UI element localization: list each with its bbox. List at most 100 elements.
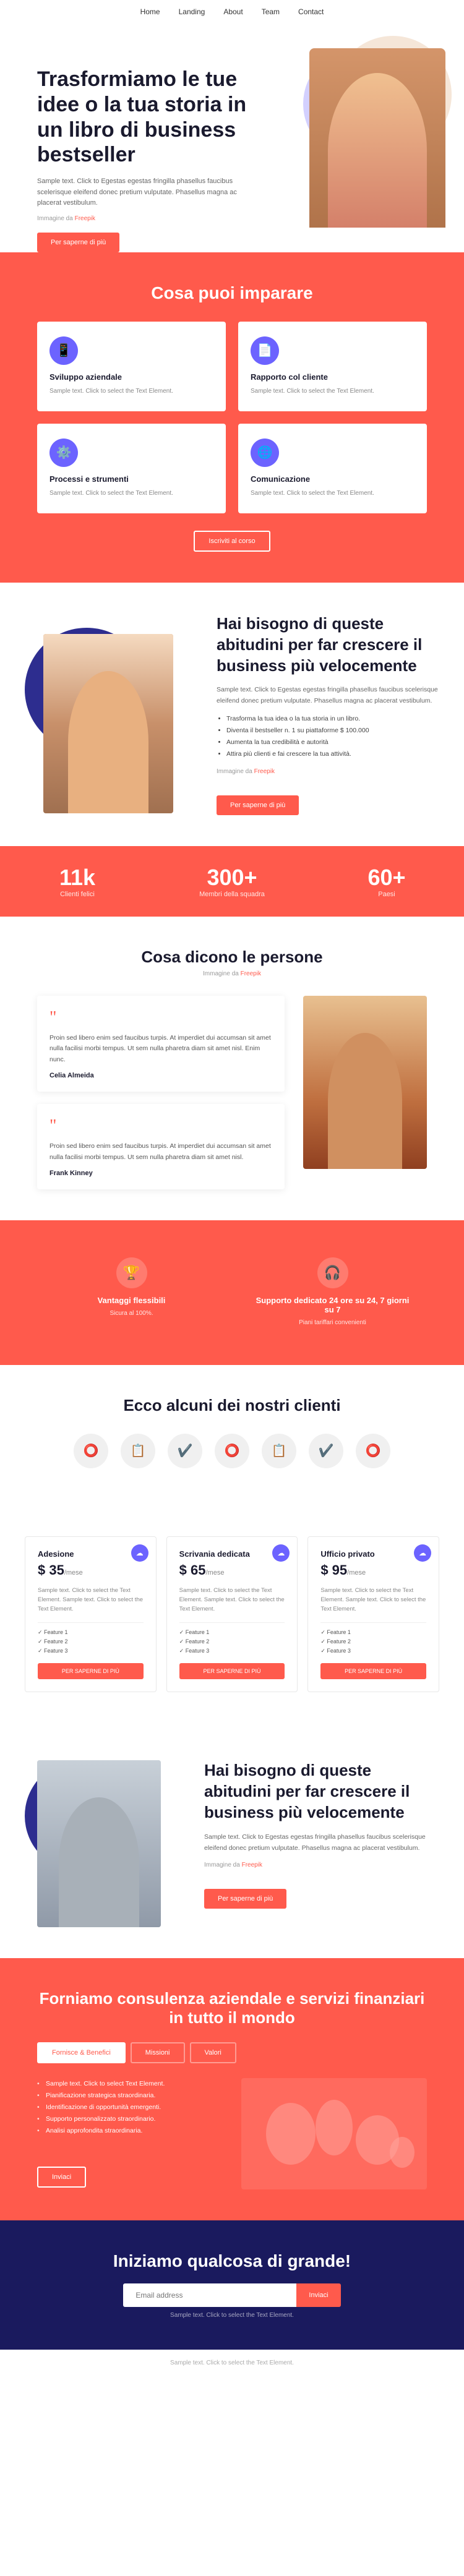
plan-name: Adesione xyxy=(38,1549,144,1559)
stat-value: 60+ xyxy=(309,865,464,891)
testimonial-person-image xyxy=(303,996,427,1169)
plan-price: $ 35/mese xyxy=(38,1562,144,1578)
plan-feature: ✓ Feature 2 xyxy=(38,1638,144,1645)
plan-period: /mese xyxy=(205,1569,224,1577)
card-item: 📄 Rapporto col cliente Sample text. Clic… xyxy=(238,322,427,411)
about-list-item: Aumenta la tua credibilità e autorità xyxy=(226,737,439,748)
plan-btn[interactable]: PER SAPERNE DI PIÙ xyxy=(320,1663,426,1679)
plan-feature: ✓ Feature 2 xyxy=(320,1638,426,1645)
nav-contact[interactable]: Contact xyxy=(298,7,324,16)
about-list-item: Diventa il bestseller n. 1 su piattaform… xyxy=(226,725,439,737)
iscriviti-button[interactable]: Iscriviti al corso xyxy=(194,531,270,552)
card-text: Sample text. Click to select the Text El… xyxy=(49,387,213,396)
about2-image xyxy=(25,1742,186,1927)
plan-feature: ✓ Feature 3 xyxy=(179,1648,285,1654)
world-list-item: Sample text. Click to select Text Elemen… xyxy=(37,2078,217,2090)
plan-feature: ✓ Feature 1 xyxy=(179,1629,285,1636)
card-item: 📱 Sviluppo aziendale Sample text. Click … xyxy=(37,322,226,411)
pricing-grid: ☁ Adesione $ 35/mese Sample text. Click … xyxy=(25,1536,439,1693)
nav-team[interactable]: Team xyxy=(262,7,280,16)
hero-title: Trasformiamo le tue idee o la tua storia… xyxy=(37,67,247,168)
nav-home[interactable]: Home xyxy=(140,7,160,16)
pricing-icon: ☁ xyxy=(131,1544,148,1562)
testimonials-title: Cosa dicono le persone xyxy=(37,948,427,967)
world-title: Forniamo consulenza aziendale e servizi … xyxy=(37,1989,427,2027)
card-item: ⚙️ Processi e strumenti Sample text. Cli… xyxy=(37,424,226,513)
card-title: Processi e strumenti xyxy=(49,474,213,484)
client-logo: ⭕ xyxy=(356,1434,390,1468)
testimonials-layout: " Proin sed libero enim sed faucibus tur… xyxy=(37,996,427,1189)
plan-feature: ✓ Feature 1 xyxy=(320,1629,426,1636)
pricing-card: ☁ Adesione $ 35/mese Sample text. Click … xyxy=(25,1536,157,1693)
card-icon: 📱 xyxy=(49,336,78,365)
world-list-item: Identificazione di opportunità emergenti… xyxy=(37,2102,217,2113)
world-list-item: Pianificazione strategica straordinaria. xyxy=(37,2090,217,2102)
testimonial-text: Proin sed libero enim sed faucibus turpi… xyxy=(49,1033,272,1066)
hero-description: Sample text. Click to Egestas egestas fr… xyxy=(37,176,247,209)
about2-cta-button[interactable]: Per saperne di più xyxy=(204,1889,286,1909)
feature-title: Vantaggi flessibili xyxy=(98,1296,166,1305)
cta-submit-button[interactable]: Inviaci xyxy=(296,2283,340,2307)
world-content: Sample text. Click to select Text Elemen… xyxy=(37,2078,427,2189)
plan-name: Ufficio privato xyxy=(320,1549,426,1559)
about-list-item: Trasforma la tua idea o la tua storia in… xyxy=(226,713,439,725)
nav-about[interactable]: About xyxy=(223,7,243,16)
card-title: Comunicazione xyxy=(251,474,415,484)
stat-item: 60+Paesi xyxy=(309,865,464,898)
plan-description: Sample text. Click to select the Text El… xyxy=(320,1586,426,1614)
footer-text: Sample text. Click to select the Text El… xyxy=(10,2360,454,2366)
cta-small-text: Sample text. Click to select the Text El… xyxy=(37,2312,427,2319)
world-list-item: Analisi approfondita straordinaria. xyxy=(37,2125,217,2137)
quote-mark: " xyxy=(49,1116,272,1136)
card-text: Sample text. Click to select the Text El… xyxy=(251,489,415,499)
cosa-puoi-title: Cosa puoi imparare xyxy=(37,283,427,303)
plan-price: $ 65/mese xyxy=(179,1562,285,1578)
world-left: Sample text. Click to select Text Elemen… xyxy=(37,2078,217,2189)
about2-title: Hai bisogno di queste abitudini per far … xyxy=(204,1760,439,1823)
pricing-card: ☁ Ufficio privato $ 95/mese Sample text.… xyxy=(307,1536,439,1693)
plan-btn[interactable]: PER SAPERNE DI PIÙ xyxy=(179,1663,285,1679)
cta-title: Iniziamo qualcosa di grande! xyxy=(37,2251,427,2271)
about2-person-img xyxy=(37,1760,161,1927)
clients-logos: ⭕📋✔️⭕📋✔️⭕ xyxy=(37,1434,427,1468)
testimonial-card: " Proin sed libero enim sed faucibus tur… xyxy=(37,1104,285,1189)
card-item: 🌐 Comunicazione Sample text. Click to se… xyxy=(238,424,427,513)
feature-item: 🏆 Vantaggi flessibili Sicura al 100%. xyxy=(37,1245,226,1340)
plan-feature: ✓ Feature 2 xyxy=(179,1638,285,1645)
client-logo: ✔️ xyxy=(309,1434,343,1468)
stat-label: Membri della squadra xyxy=(155,891,309,898)
card-icon: ⚙️ xyxy=(49,439,78,467)
cta-email-input[interactable] xyxy=(123,2283,296,2307)
about-cta-button[interactable]: Per saperne di più xyxy=(217,795,299,815)
testimonial-cards: " Proin sed libero enim sed faucibus tur… xyxy=(37,996,285,1189)
testimonial-author: Frank Kinney xyxy=(49,1170,272,1177)
world-tab[interactable]: Missioni xyxy=(131,2042,185,2063)
about-description: Sample text. Click to Egestas egestas fr… xyxy=(217,685,439,707)
plan-period: /mese xyxy=(347,1569,366,1577)
about-list-item: Attira più clienti e fai crescere la tua… xyxy=(226,748,439,760)
plan-btn[interactable]: PER SAPERNE DI PIÙ xyxy=(38,1663,144,1679)
card-text: Sample text. Click to select the Text El… xyxy=(49,489,213,499)
plan-feature: ✓ Feature 3 xyxy=(38,1648,144,1654)
client-logo: ⭕ xyxy=(215,1434,249,1468)
nav-landing[interactable]: Landing xyxy=(179,7,205,16)
feature-text: Piani tariffari convenienti xyxy=(299,1318,366,1328)
pricing-icon: ☁ xyxy=(272,1544,290,1562)
hero-cta-button[interactable]: Per saperne di più xyxy=(37,233,119,252)
card-text: Sample text. Click to select the Text El… xyxy=(251,387,415,396)
feature-icon: 🏆 xyxy=(116,1257,147,1288)
world-tab[interactable]: Fornisce & Benefici xyxy=(37,2042,126,2063)
clients-title: Ecco alcuni dei nostri clienti xyxy=(37,1396,427,1415)
quote-mark: " xyxy=(49,1008,272,1028)
hero-image-credit: Immagine da Freepik xyxy=(37,214,247,224)
cta-section: Iniziamo qualcosa di grande! Inviaci Sam… xyxy=(0,2220,464,2350)
stat-label: Paesi xyxy=(309,891,464,898)
cosa-puoi-section: Cosa puoi imparare 📱 Sviluppo aziendale … xyxy=(0,252,464,583)
world-tab[interactable]: Valori xyxy=(190,2042,236,2063)
client-logo: ⭕ xyxy=(74,1434,108,1468)
feature-item: 🎧 Supporto dedicato 24 ore su 24, 7 gior… xyxy=(238,1245,427,1340)
stat-item: 11kClienti felici xyxy=(0,865,155,898)
world-btn[interactable]: Inviaci xyxy=(37,2167,86,2188)
stat-label: Clienti felici xyxy=(0,891,155,898)
client-logo: ✔️ xyxy=(168,1434,202,1468)
